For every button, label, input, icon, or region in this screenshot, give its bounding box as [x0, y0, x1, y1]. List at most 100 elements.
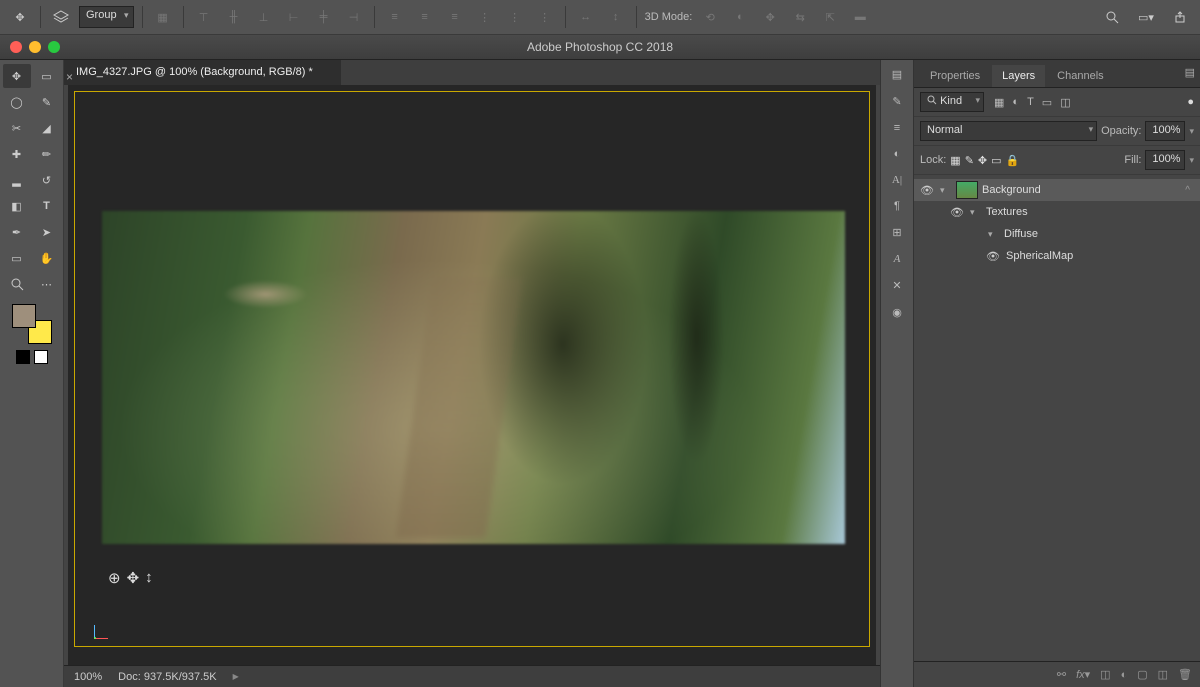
align-bottom-icon[interactable]: ⊥ [252, 5, 276, 29]
filter-toggle[interactable]: ● [1187, 96, 1194, 108]
color-swatches[interactable] [12, 304, 52, 344]
foreground-color[interactable] [12, 304, 36, 328]
layer-mask-icon[interactable]: ◫ [1100, 668, 1110, 681]
hand-tool[interactable]: ✋ [33, 246, 61, 270]
lock-transparent-icon[interactable]: ▦ [950, 154, 960, 167]
blend-mode-select[interactable]: Normal [920, 121, 1097, 141]
pen-tool[interactable]: ✒ [3, 220, 31, 244]
filter-smart-icon[interactable]: ◫ [1060, 96, 1070, 109]
3d-pan-icon[interactable]: ✥ [127, 569, 140, 587]
glyphs-panel-icon[interactable]: ⊞ [892, 226, 901, 239]
expand-icon[interactable]: ▾ [988, 229, 1000, 240]
layer-row[interactable]: 👁 ▾ Background ^ [914, 179, 1200, 201]
fill-value[interactable]: 100% [1145, 150, 1185, 170]
tab-channels[interactable]: Channels [1047, 65, 1113, 87]
status-menu-icon[interactable]: ▶ [233, 672, 239, 681]
cc-libraries-icon[interactable]: ◉ [892, 306, 902, 319]
close-window-icon[interactable] [10, 41, 22, 53]
filter-pixel-icon[interactable]: ▦ [994, 96, 1004, 109]
panel-menu-icon[interactable]: ▤ [1185, 66, 1196, 79]
dist-right-icon[interactable]: ⋮ [533, 5, 557, 29]
layer-name[interactable]: SphericalMap [1006, 250, 1073, 262]
lock-image-icon[interactable]: ✎ [965, 154, 974, 167]
expand-icon[interactable]: ▾ [940, 185, 952, 196]
eraser-tool[interactable]: ◧ [3, 194, 31, 218]
layer-row[interactable]: 👁 ▾ Textures [914, 201, 1200, 223]
lock-artboard-icon[interactable]: ▭ [991, 154, 1001, 167]
filter-adjust-icon[interactable]: ◐ [1012, 96, 1019, 109]
align-right-icon[interactable]: ⊣ [342, 5, 366, 29]
history-brush-tool[interactable]: ↺ [33, 168, 61, 192]
filter-type-icon[interactable]: T [1027, 96, 1034, 109]
lasso-tool[interactable]: ◯ [3, 90, 31, 114]
layer-name[interactable]: Textures [986, 206, 1028, 218]
search-icon[interactable] [1100, 5, 1124, 29]
layer-name[interactable]: Diffuse [1004, 228, 1038, 240]
marquee-tool[interactable]: ▭ [33, 64, 61, 88]
layer-style-icon[interactable]: fx▾ [1076, 668, 1090, 681]
layers-icon[interactable] [49, 5, 73, 29]
dist-hcenter-icon[interactable]: ⋮ [503, 5, 527, 29]
dist-vcenter-icon[interactable]: ≡ [413, 5, 437, 29]
styles-panel-icon[interactable]: A [894, 253, 901, 265]
adjust-panel-icon[interactable]: ◐ [894, 148, 901, 160]
brush-tool[interactable]: ✏ [33, 142, 61, 166]
opacity-value[interactable]: 100% [1145, 121, 1185, 141]
expand-icon[interactable]: ▾ [970, 207, 982, 218]
layer-thumbnail[interactable] [956, 181, 978, 199]
quickmask-icon[interactable] [16, 350, 30, 364]
adjustment-layer-icon[interactable]: ◐ [1121, 669, 1128, 681]
group-select[interactable]: Group [79, 6, 134, 28]
tab-properties[interactable]: Properties [920, 65, 990, 87]
3d-zoom-icon[interactable]: ⇱ [818, 5, 842, 29]
align-vcenter-icon[interactable]: ╫ [222, 5, 246, 29]
3d-secondary-view[interactable]: ⊕ ✥ ↕ [108, 569, 153, 587]
layer-name[interactable]: Background [982, 184, 1041, 196]
path-select-tool[interactable]: ➤ [33, 220, 61, 244]
zoom-level[interactable]: 100% [74, 671, 102, 683]
visibility-icon[interactable]: 👁 [948, 206, 966, 219]
character-panel-icon[interactable]: A| [892, 174, 902, 186]
layer-row[interactable]: ▾ Diffuse [914, 223, 1200, 245]
document-tab[interactable]: × IMG_4327.JPG @ 100% (Background, RGB/8… [64, 60, 341, 85]
3d-roll-icon[interactable]: ◐ [728, 5, 752, 29]
align-grid-icon[interactable]: ▦ [151, 5, 175, 29]
rectangle-tool[interactable]: ▭ [3, 246, 31, 270]
3d-dolly-icon[interactable]: ↕ [145, 569, 153, 587]
opacity-caret-icon[interactable]: ▾ [1189, 126, 1194, 137]
brushes-panel-icon[interactable]: ✎ [892, 95, 901, 108]
3d-orbit-icon[interactable]: ⊕ [108, 569, 121, 587]
tools-preset-icon[interactable]: ✕ [892, 279, 901, 292]
align-top-icon[interactable]: ⊤ [192, 5, 216, 29]
3d-orbit-icon[interactable]: ⟲ [698, 5, 722, 29]
eyedropper-tool[interactable]: ◢ [33, 116, 61, 140]
crop-tool[interactable]: ✂ [3, 116, 31, 140]
visibility-icon[interactable]: 👁 [984, 250, 1002, 263]
type-tool[interactable]: T [33, 194, 61, 218]
share-icon[interactable] [1168, 5, 1192, 29]
maximize-window-icon[interactable] [48, 41, 60, 53]
filter-kind-select[interactable]: Kind [920, 92, 984, 112]
3d-camera-icon[interactable]: ▬ [848, 5, 872, 29]
link-layers-icon[interactable]: ⚯ [1057, 668, 1066, 681]
stamp-tool[interactable]: ▂ [3, 168, 31, 192]
healing-tool[interactable]: ✚ [3, 142, 31, 166]
align-left-icon[interactable]: ⊢ [282, 5, 306, 29]
space-v-icon[interactable]: ↕ [604, 5, 628, 29]
canvas[interactable]: ⊕ ✥ ↕ [68, 85, 876, 665]
dist-left-icon[interactable]: ⋮ [473, 5, 497, 29]
quick-select-tool[interactable]: ✎ [33, 90, 61, 114]
dist-top-icon[interactable]: ≡ [383, 5, 407, 29]
history-panel-icon[interactable]: ▤ [892, 68, 902, 81]
space-h-icon[interactable]: ↔ [574, 5, 598, 29]
move-tool[interactable]: ✥ [3, 64, 31, 88]
workspace-select-icon[interactable]: ▭▾ [1134, 5, 1158, 29]
new-group-icon[interactable]: ▢ [1137, 668, 1147, 681]
document-image[interactable] [102, 211, 845, 544]
more-tools[interactable]: ⋯ [33, 272, 61, 296]
layer-row[interactable]: 👁 SphericalMap [914, 245, 1200, 267]
3d-pan-icon[interactable]: ✥ [758, 5, 782, 29]
zoom-tool[interactable] [3, 272, 31, 296]
delete-layer-icon[interactable]: 🗑 [1178, 668, 1192, 681]
visibility-icon[interactable]: 👁 [918, 184, 936, 197]
